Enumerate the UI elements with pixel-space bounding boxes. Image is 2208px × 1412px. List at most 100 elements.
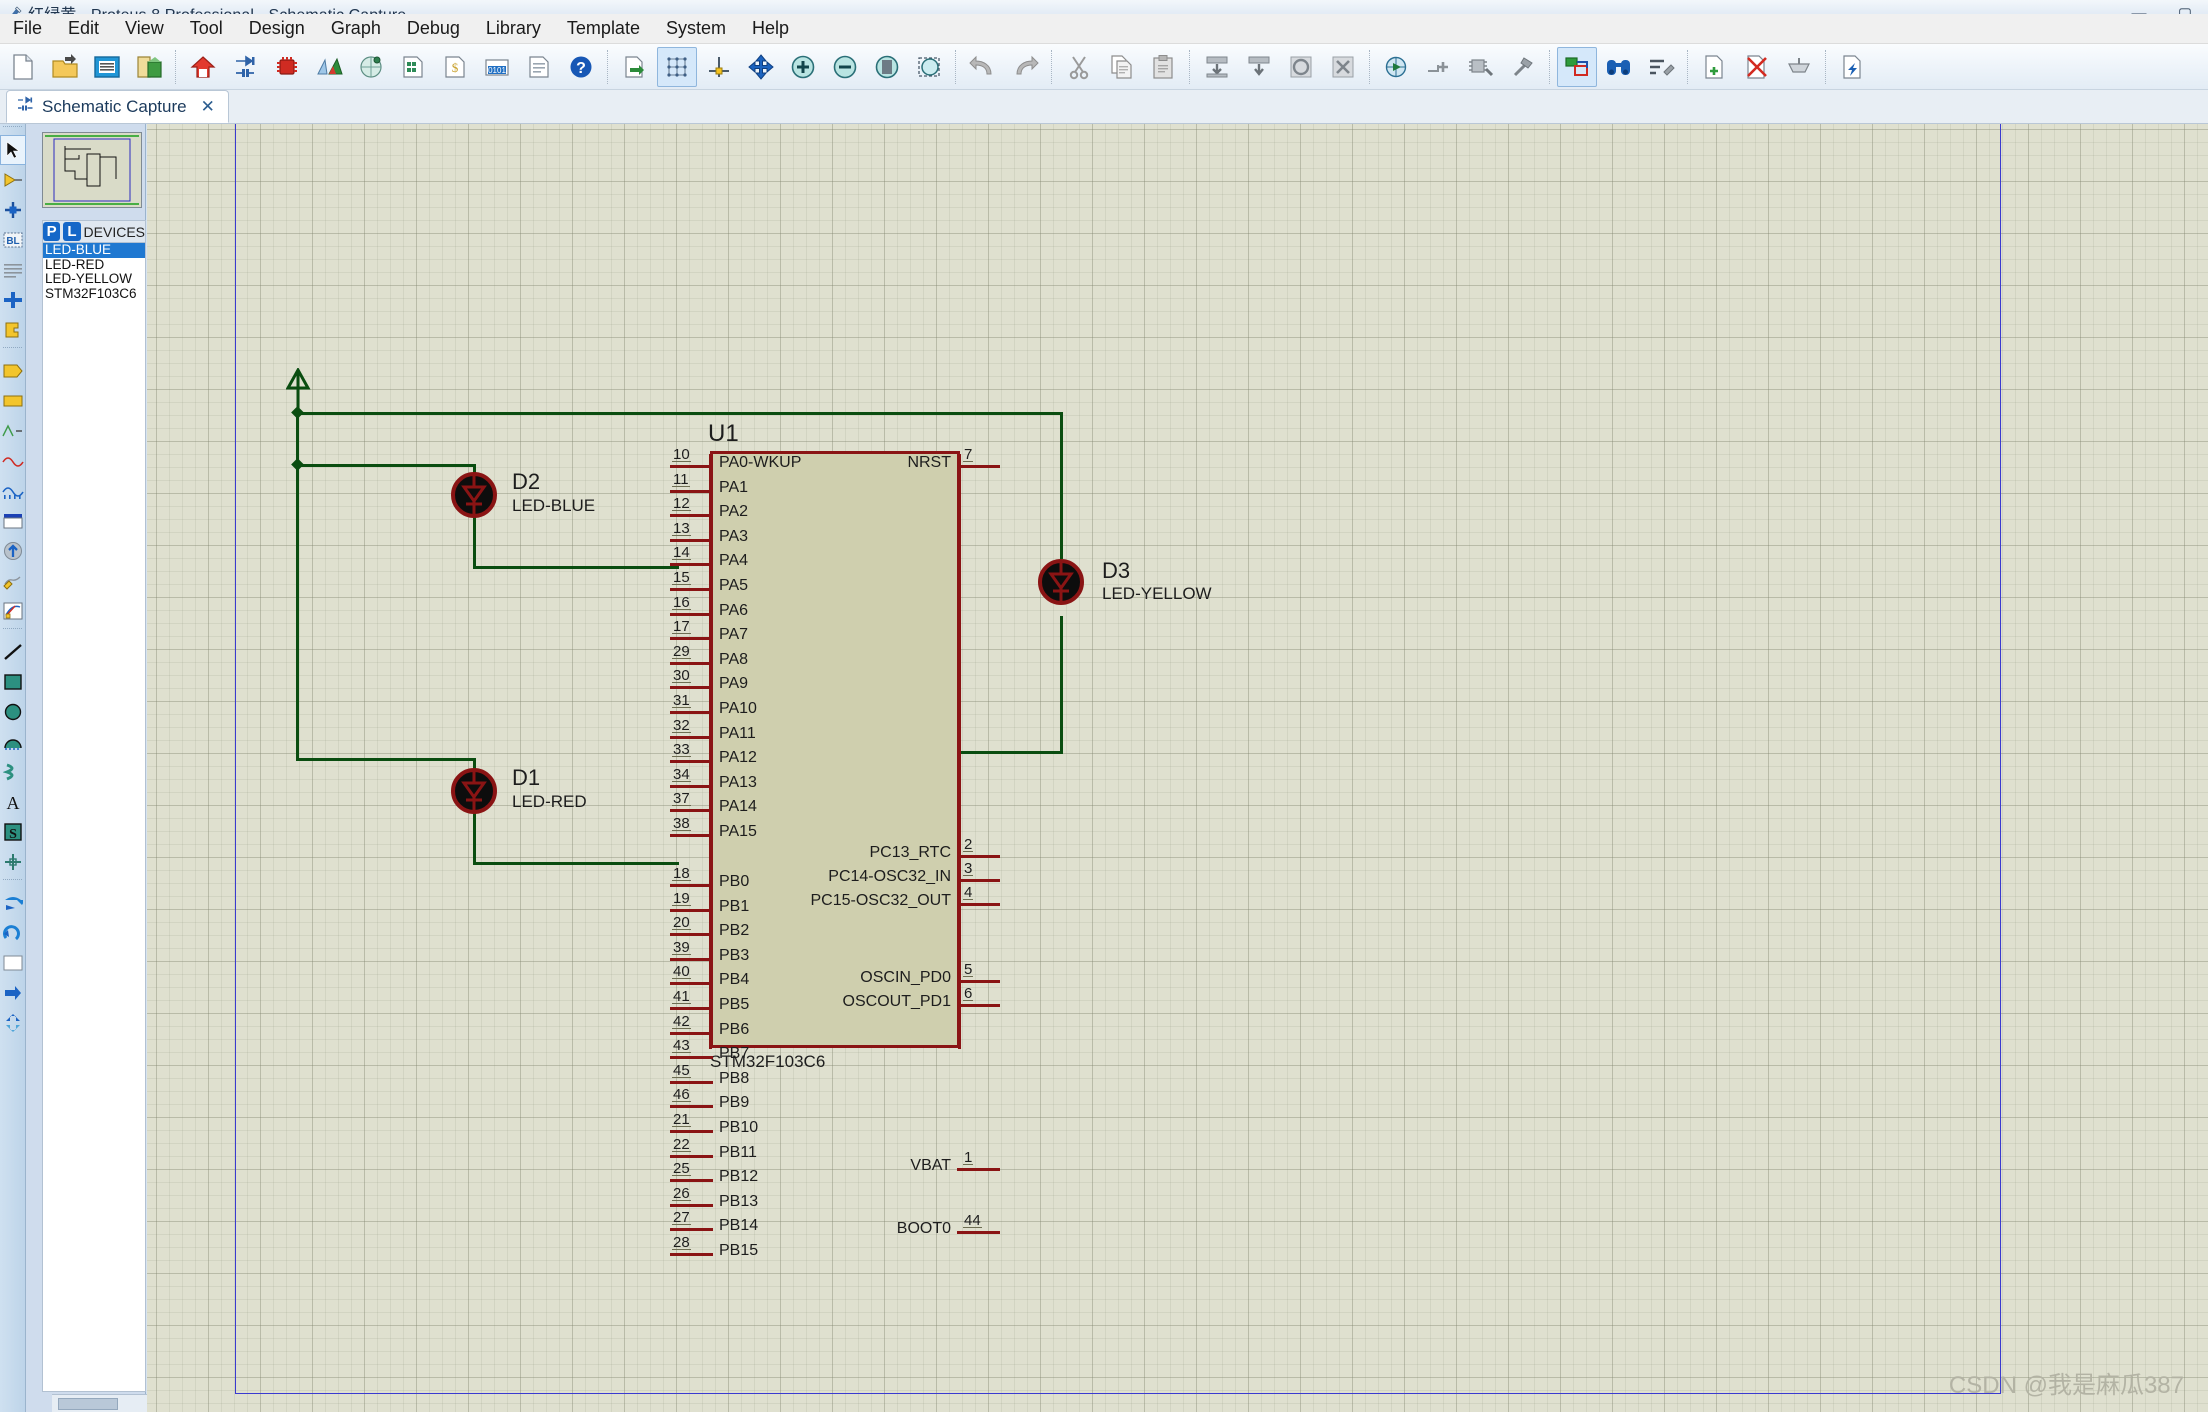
pin-line[interactable]	[957, 465, 1000, 468]
toggle-grid-icon[interactable]	[657, 46, 697, 87]
pin-line[interactable]	[670, 637, 713, 641]
close-icon[interactable]: ✕	[201, 97, 215, 117]
wire-segment[interactable]	[1060, 412, 1063, 559]
mirror-horizontal-icon[interactable]	[0, 978, 26, 1008]
goto-sheet-icon[interactable]	[1779, 47, 1819, 87]
pin-line[interactable]	[670, 834, 713, 837]
wire-segment[interactable]	[297, 412, 1063, 415]
pin-line[interactable]	[670, 686, 713, 690]
virtual-instrument-icon[interactable]	[0, 566, 26, 596]
menu-design[interactable]: Design	[236, 15, 318, 42]
p-badge[interactable]: P	[43, 222, 61, 241]
make-device-icon[interactable]	[1419, 47, 1459, 87]
device-pins-mode-icon[interactable]	[0, 386, 26, 416]
pin-line[interactable]	[670, 1031, 713, 1035]
pin-line[interactable]	[670, 514, 713, 518]
menu-template[interactable]: Template	[554, 15, 653, 42]
pin-line[interactable]	[670, 1080, 713, 1084]
zoom-out-icon[interactable]	[825, 47, 865, 87]
line-tool-icon[interactable]	[0, 637, 26, 667]
led-d1-symbol[interactable]	[451, 768, 497, 814]
pin-line[interactable]	[670, 538, 713, 542]
search-tag-icon[interactable]	[1599, 47, 1639, 87]
led-d2-symbol[interactable]	[451, 472, 497, 518]
schematic-capture-icon[interactable]	[225, 47, 265, 87]
remove-sheet-icon[interactable]	[1737, 47, 1777, 87]
3d-visualizer-icon[interactable]	[309, 47, 349, 87]
menu-tool[interactable]: Tool	[177, 15, 236, 42]
wire-segment[interactable]	[473, 862, 679, 865]
pin-line[interactable]	[670, 1203, 713, 1207]
origin-icon[interactable]	[699, 47, 739, 87]
pin-line[interactable]	[670, 661, 713, 665]
pin-line[interactable]	[670, 735, 713, 739]
wire-autorouter-icon[interactable]	[1557, 46, 1597, 87]
device-item-led-blue[interactable]: LED-BLUE	[43, 243, 145, 258]
schematic-canvas[interactable]: D2 LED-BLUE D1 LED-RED D3 LED-YELLOW U1 …	[147, 124, 2208, 1412]
open-project-icon[interactable]	[45, 47, 85, 87]
device-list[interactable]: LED-BLUE LED-RED LED-YELLOW STM32F103C6	[42, 242, 146, 1392]
rotate-anticlockwise-icon[interactable]	[0, 918, 26, 948]
import-export-icon[interactable]	[129, 47, 169, 87]
paste-icon[interactable]	[1143, 47, 1183, 87]
menu-system[interactable]: System	[653, 15, 739, 42]
pin-line[interactable]	[670, 957, 713, 961]
selection-mode-icon[interactable]	[0, 135, 26, 165]
block-move-icon[interactable]	[1239, 47, 1279, 87]
pin-line[interactable]	[670, 489, 713, 493]
pin-line[interactable]	[670, 1105, 713, 1109]
home-sheet-icon[interactable]	[183, 47, 223, 87]
block-delete-icon[interactable]	[1323, 47, 1363, 87]
pin-line[interactable]	[670, 933, 713, 937]
rotation-angle-icon[interactable]	[0, 948, 26, 978]
project-notes-icon[interactable]	[519, 47, 559, 87]
menu-library[interactable]: Library	[473, 15, 554, 42]
scrollbar-thumb[interactable]	[58, 1398, 118, 1410]
menu-edit[interactable]: Edit	[55, 15, 112, 42]
text-tool-icon[interactable]: A	[0, 787, 26, 817]
rotate-clockwise-icon[interactable]	[0, 888, 26, 918]
device-item-led-yellow[interactable]: LED-YELLOW	[43, 271, 145, 287]
component-mode-icon[interactable]	[0, 165, 26, 195]
device-item-led-red[interactable]: LED-RED	[43, 257, 145, 273]
current-probe-mode-icon[interactable]	[0, 536, 26, 566]
pick-device-icon[interactable]	[1377, 47, 1417, 87]
property-assignment-icon[interactable]	[1641, 47, 1681, 87]
pin-line[interactable]	[670, 809, 713, 813]
l-badge[interactable]: L	[63, 222, 81, 241]
mirror-vertical-icon[interactable]	[0, 1008, 26, 1038]
wire-label-mode-icon[interactable]: BL	[0, 225, 26, 255]
menu-file[interactable]: File	[0, 15, 55, 42]
vsm-studio-icon[interactable]: 0101	[477, 47, 517, 87]
source-code-icon[interactable]	[351, 47, 391, 87]
pin-line[interactable]	[670, 711, 713, 714]
refresh-icon[interactable]	[615, 47, 655, 87]
pin-line[interactable]	[670, 588, 713, 591]
menu-debug[interactable]: Debug	[394, 15, 473, 42]
voltage-probe-mode-icon[interactable]	[0, 506, 26, 536]
redo-icon[interactable]	[1005, 47, 1045, 87]
block-copy-icon[interactable]	[1197, 47, 1237, 87]
menu-help[interactable]: Help	[739, 15, 802, 42]
box-tool-icon[interactable]	[0, 667, 26, 697]
pin-line[interactable]	[670, 563, 713, 567]
wire-segment[interactable]	[296, 758, 475, 761]
save-project-icon[interactable]	[87, 47, 127, 87]
circle-tool-icon[interactable]	[0, 697, 26, 727]
subcircuit-mode-icon[interactable]	[0, 315, 26, 345]
wire-segment[interactable]	[473, 566, 679, 569]
zoom-in-icon[interactable]	[783, 47, 823, 87]
pin-line[interactable]	[957, 980, 1000, 983]
led-d3-symbol[interactable]	[1038, 559, 1084, 605]
pin-line[interactable]	[670, 784, 713, 788]
path-tool-icon[interactable]	[0, 757, 26, 787]
pin-line[interactable]	[957, 1168, 1000, 1171]
block-rotate-icon[interactable]	[1281, 47, 1321, 87]
zoom-area-icon[interactable]	[909, 47, 949, 87]
pin-line[interactable]	[670, 1056, 713, 1060]
pin-line[interactable]	[670, 612, 713, 616]
generator-mode-icon[interactable]	[0, 476, 26, 506]
symbol-tool-icon[interactable]: S	[0, 817, 26, 847]
pin-line[interactable]	[957, 1231, 1000, 1234]
pin-line[interactable]	[670, 760, 713, 764]
